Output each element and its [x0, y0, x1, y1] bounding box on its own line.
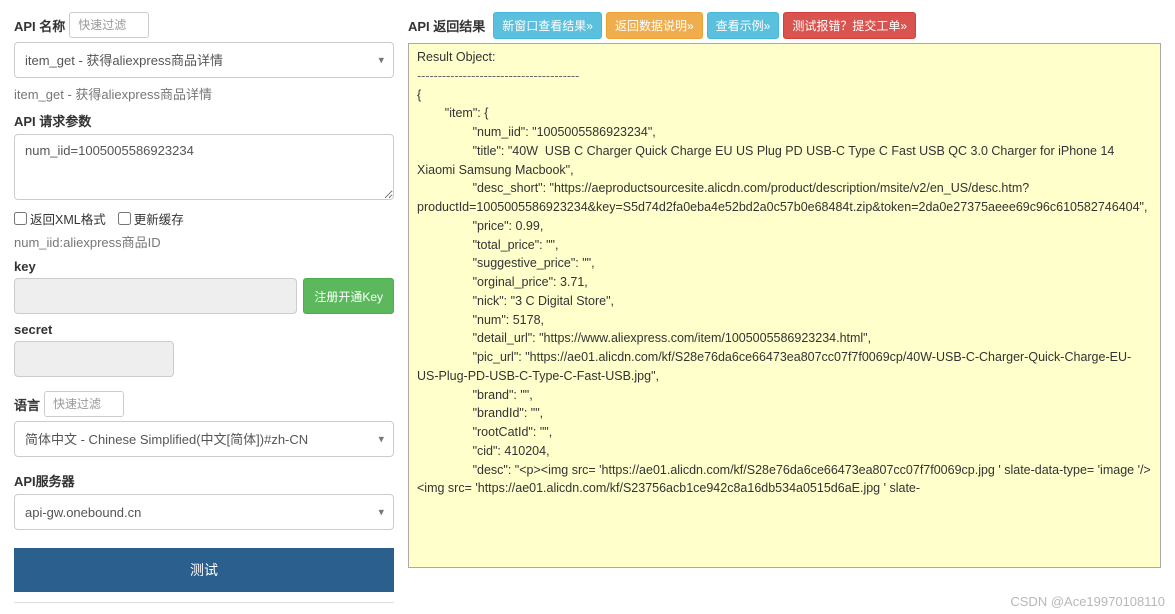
secret-input[interactable]	[14, 341, 174, 377]
cache-checkbox[interactable]	[118, 212, 131, 225]
api-name-subtext: item_get - 获得aliexpress商品详情	[14, 84, 394, 103]
api-name-label: API 名称	[14, 16, 65, 35]
req-params-helper: num_iid:aliexpress商品ID	[14, 232, 394, 251]
new-window-button[interactable]: 新窗口查看结果»	[493, 12, 602, 39]
xml-checkbox-label: 返回XML格式	[30, 209, 106, 228]
cache-checkbox-wrap[interactable]: 更新缓存	[118, 209, 184, 228]
req-params-input[interactable]	[14, 134, 394, 200]
req-params-label: API 请求参数	[14, 111, 394, 130]
api-name-select[interactable]: item_get - 获得aliexpress商品详情	[14, 42, 394, 78]
result-body: { "item": { "num_iid": "1005005586923234…	[417, 86, 1152, 499]
result-header-text: Result Object:	[417, 48, 1152, 67]
result-box[interactable]: Result Object: -------------------------…	[408, 43, 1161, 568]
result-title: API 返回结果	[408, 16, 485, 35]
secret-label: secret	[14, 322, 394, 337]
report-button[interactable]: 测试报错？提交工单»	[783, 12, 916, 39]
api-name-filter[interactable]	[69, 12, 149, 38]
cache-checkbox-label: 更新缓存	[134, 209, 184, 228]
key-label: key	[14, 259, 394, 274]
key-input[interactable]	[14, 278, 297, 314]
xml-checkbox-wrap[interactable]: 返回XML格式	[14, 209, 106, 228]
xml-checkbox[interactable]	[14, 212, 27, 225]
language-select[interactable]: 简体中文 - Chinese Simplified(中文[简体])#zh-CN	[14, 421, 394, 457]
test-button[interactable]: 测试	[14, 548, 394, 592]
register-key-button[interactable]: 注册开通Key	[303, 278, 394, 314]
data-desc-button[interactable]: 返回数据说明»	[606, 12, 703, 39]
language-label: 语言	[14, 395, 40, 414]
divider	[14, 602, 394, 603]
watermark: CSDN @Ace19970108110	[1010, 594, 1165, 609]
api-server-select[interactable]: api-gw.onebound.cn	[14, 494, 394, 530]
api-server-label: API服务器	[14, 471, 394, 490]
language-filter[interactable]	[44, 391, 124, 417]
result-dashes: ---------------------------------------	[417, 67, 1152, 86]
example-button[interactable]: 查看示例»	[707, 12, 780, 39]
